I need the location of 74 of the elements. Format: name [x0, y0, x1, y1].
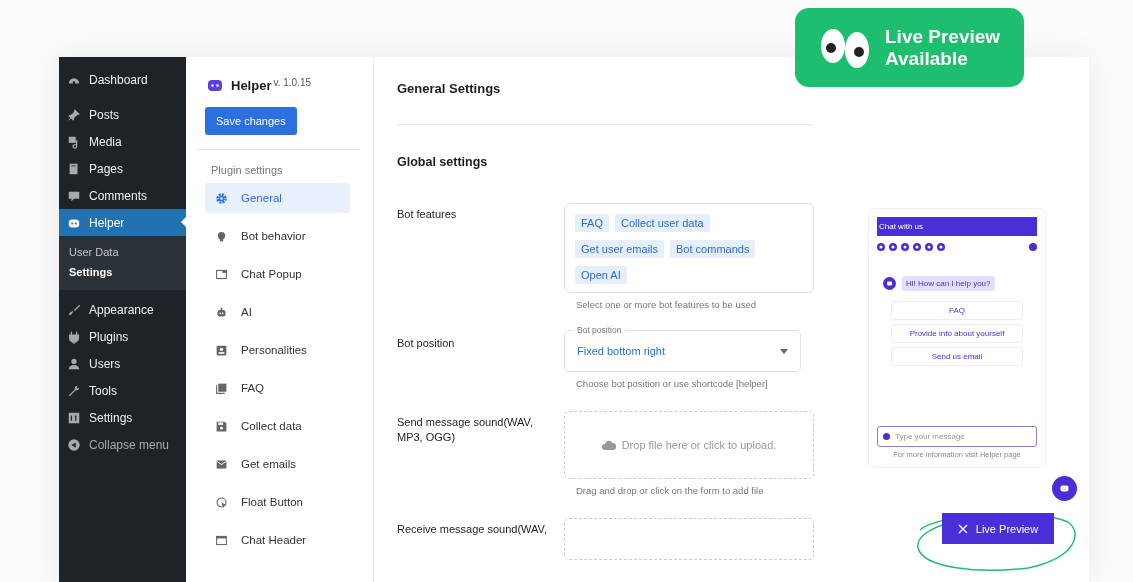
- field-label: Receive message sound(WAV,: [397, 522, 548, 537]
- wrench-icon: [67, 383, 81, 398]
- version-label: v. 1.0.15: [273, 77, 312, 88]
- feature-tag[interactable]: Collect user data: [615, 214, 710, 232]
- pages-icon: [67, 161, 81, 176]
- caret-icon: [780, 348, 788, 354]
- upload-prompt: Drop file here or click to upload.: [621, 439, 777, 451]
- settings-nav-item[interactable]: Chat Header: [205, 525, 350, 555]
- pointer-icon: [215, 495, 228, 509]
- menu-item[interactable]: Media: [59, 128, 186, 155]
- feature-tag[interactable]: FAQ: [575, 214, 609, 232]
- robot-icon: [215, 305, 228, 319]
- settings-nav-item[interactable]: Chat Popup: [205, 259, 350, 289]
- chat-bubble-button[interactable]: [1052, 476, 1077, 501]
- features-field[interactable]: FAQ Collect user data Get user emails Bot commands Open AI: [564, 203, 814, 293]
- settings-nav-item[interactable]: Get emails: [205, 449, 350, 479]
- badge-text: Live Preview Available: [885, 26, 1002, 69]
- user-icon: [67, 356, 81, 371]
- collapse-icon: [67, 437, 81, 452]
- field-label: Bot position: [397, 336, 456, 351]
- settings-icon: [67, 410, 81, 425]
- menu-item[interactable]: Plugins: [59, 323, 186, 350]
- settings-nav-item[interactable]: AI: [205, 297, 350, 327]
- robot-logo-icon: [207, 77, 223, 93]
- quick-reply-button[interactable]: FAQ: [891, 301, 1023, 320]
- quick-reply-button[interactable]: Send us email: [891, 347, 1023, 366]
- menu-item[interactable]: Comments: [59, 182, 186, 209]
- feature-tag[interactable]: Open AI: [575, 266, 627, 284]
- menu-item[interactable]: Appearance: [59, 296, 186, 323]
- quick-reply-button[interactable]: Provide info about yourself: [891, 324, 1023, 343]
- bot-message: Hi! How can I help you?: [902, 276, 995, 291]
- collapse-menu-button[interactable]: Collapse menu: [59, 431, 186, 458]
- id-card-icon: [215, 343, 228, 357]
- save-button[interactable]: Save changes: [205, 107, 297, 135]
- settings-nav-item[interactable]: General: [205, 183, 350, 213]
- menu-item[interactable]: Helper: [59, 209, 186, 236]
- help-text: Choose bot position or use shortcode [helper]: [575, 378, 769, 389]
- cloud-icon: [601, 440, 616, 450]
- field-label: Send message sound(WAV, MP3, OGG): [397, 415, 534, 446]
- menu-item[interactable]: Users: [59, 350, 186, 377]
- menu-item[interactable]: Tools: [59, 377, 186, 404]
- submenu-item[interactable]: Settings: [59, 262, 186, 282]
- menu-item[interactable]: Posts: [59, 101, 186, 128]
- brush-icon: [67, 302, 81, 317]
- settings-nav-item[interactable]: Collect data: [205, 411, 350, 441]
- submenu-item[interactable]: User Data: [59, 242, 186, 262]
- settings-nav-item[interactable]: Personalities: [205, 335, 350, 365]
- bulb-icon: [215, 229, 228, 243]
- plug-icon: [67, 329, 81, 344]
- live-preview-button[interactable]: Live Preview: [942, 513, 1054, 544]
- save-icon: [215, 419, 228, 433]
- page-title: General Settings: [397, 81, 502, 96]
- settings-icon: [215, 191, 228, 205]
- settings-nav-item[interactable]: Float Button: [205, 487, 350, 517]
- field-label: Bot features: [397, 207, 458, 222]
- settings-nav-item[interactable]: FAQ: [205, 373, 350, 403]
- section-title: Global settings: [397, 155, 489, 169]
- help-text: Drag and drop or click on the form to add file: [575, 485, 765, 496]
- window-icon: [215, 267, 228, 281]
- section-label: Plugin settings: [210, 164, 284, 176]
- settings-nav-item[interactable]: Bot behavior: [205, 221, 350, 251]
- feature-tag[interactable]: Bot commands: [670, 240, 756, 258]
- menu-item[interactable]: Pages: [59, 155, 186, 182]
- menu-item[interactable]: Settings: [59, 404, 186, 431]
- chat-header: Chat with us: [877, 217, 1037, 236]
- mail-icon: [215, 457, 228, 471]
- pin-icon: [67, 107, 81, 122]
- menu-item[interactable]: Dashboard: [59, 66, 186, 93]
- plugin-name: Helper: [231, 77, 272, 93]
- book-icon: [215, 381, 228, 395]
- help-text: Select one or more bot features to be used: [575, 299, 758, 310]
- window-icon: [215, 533, 228, 547]
- bot-avatar-icon: [883, 277, 896, 290]
- feature-tag[interactable]: Get user emails: [575, 240, 665, 258]
